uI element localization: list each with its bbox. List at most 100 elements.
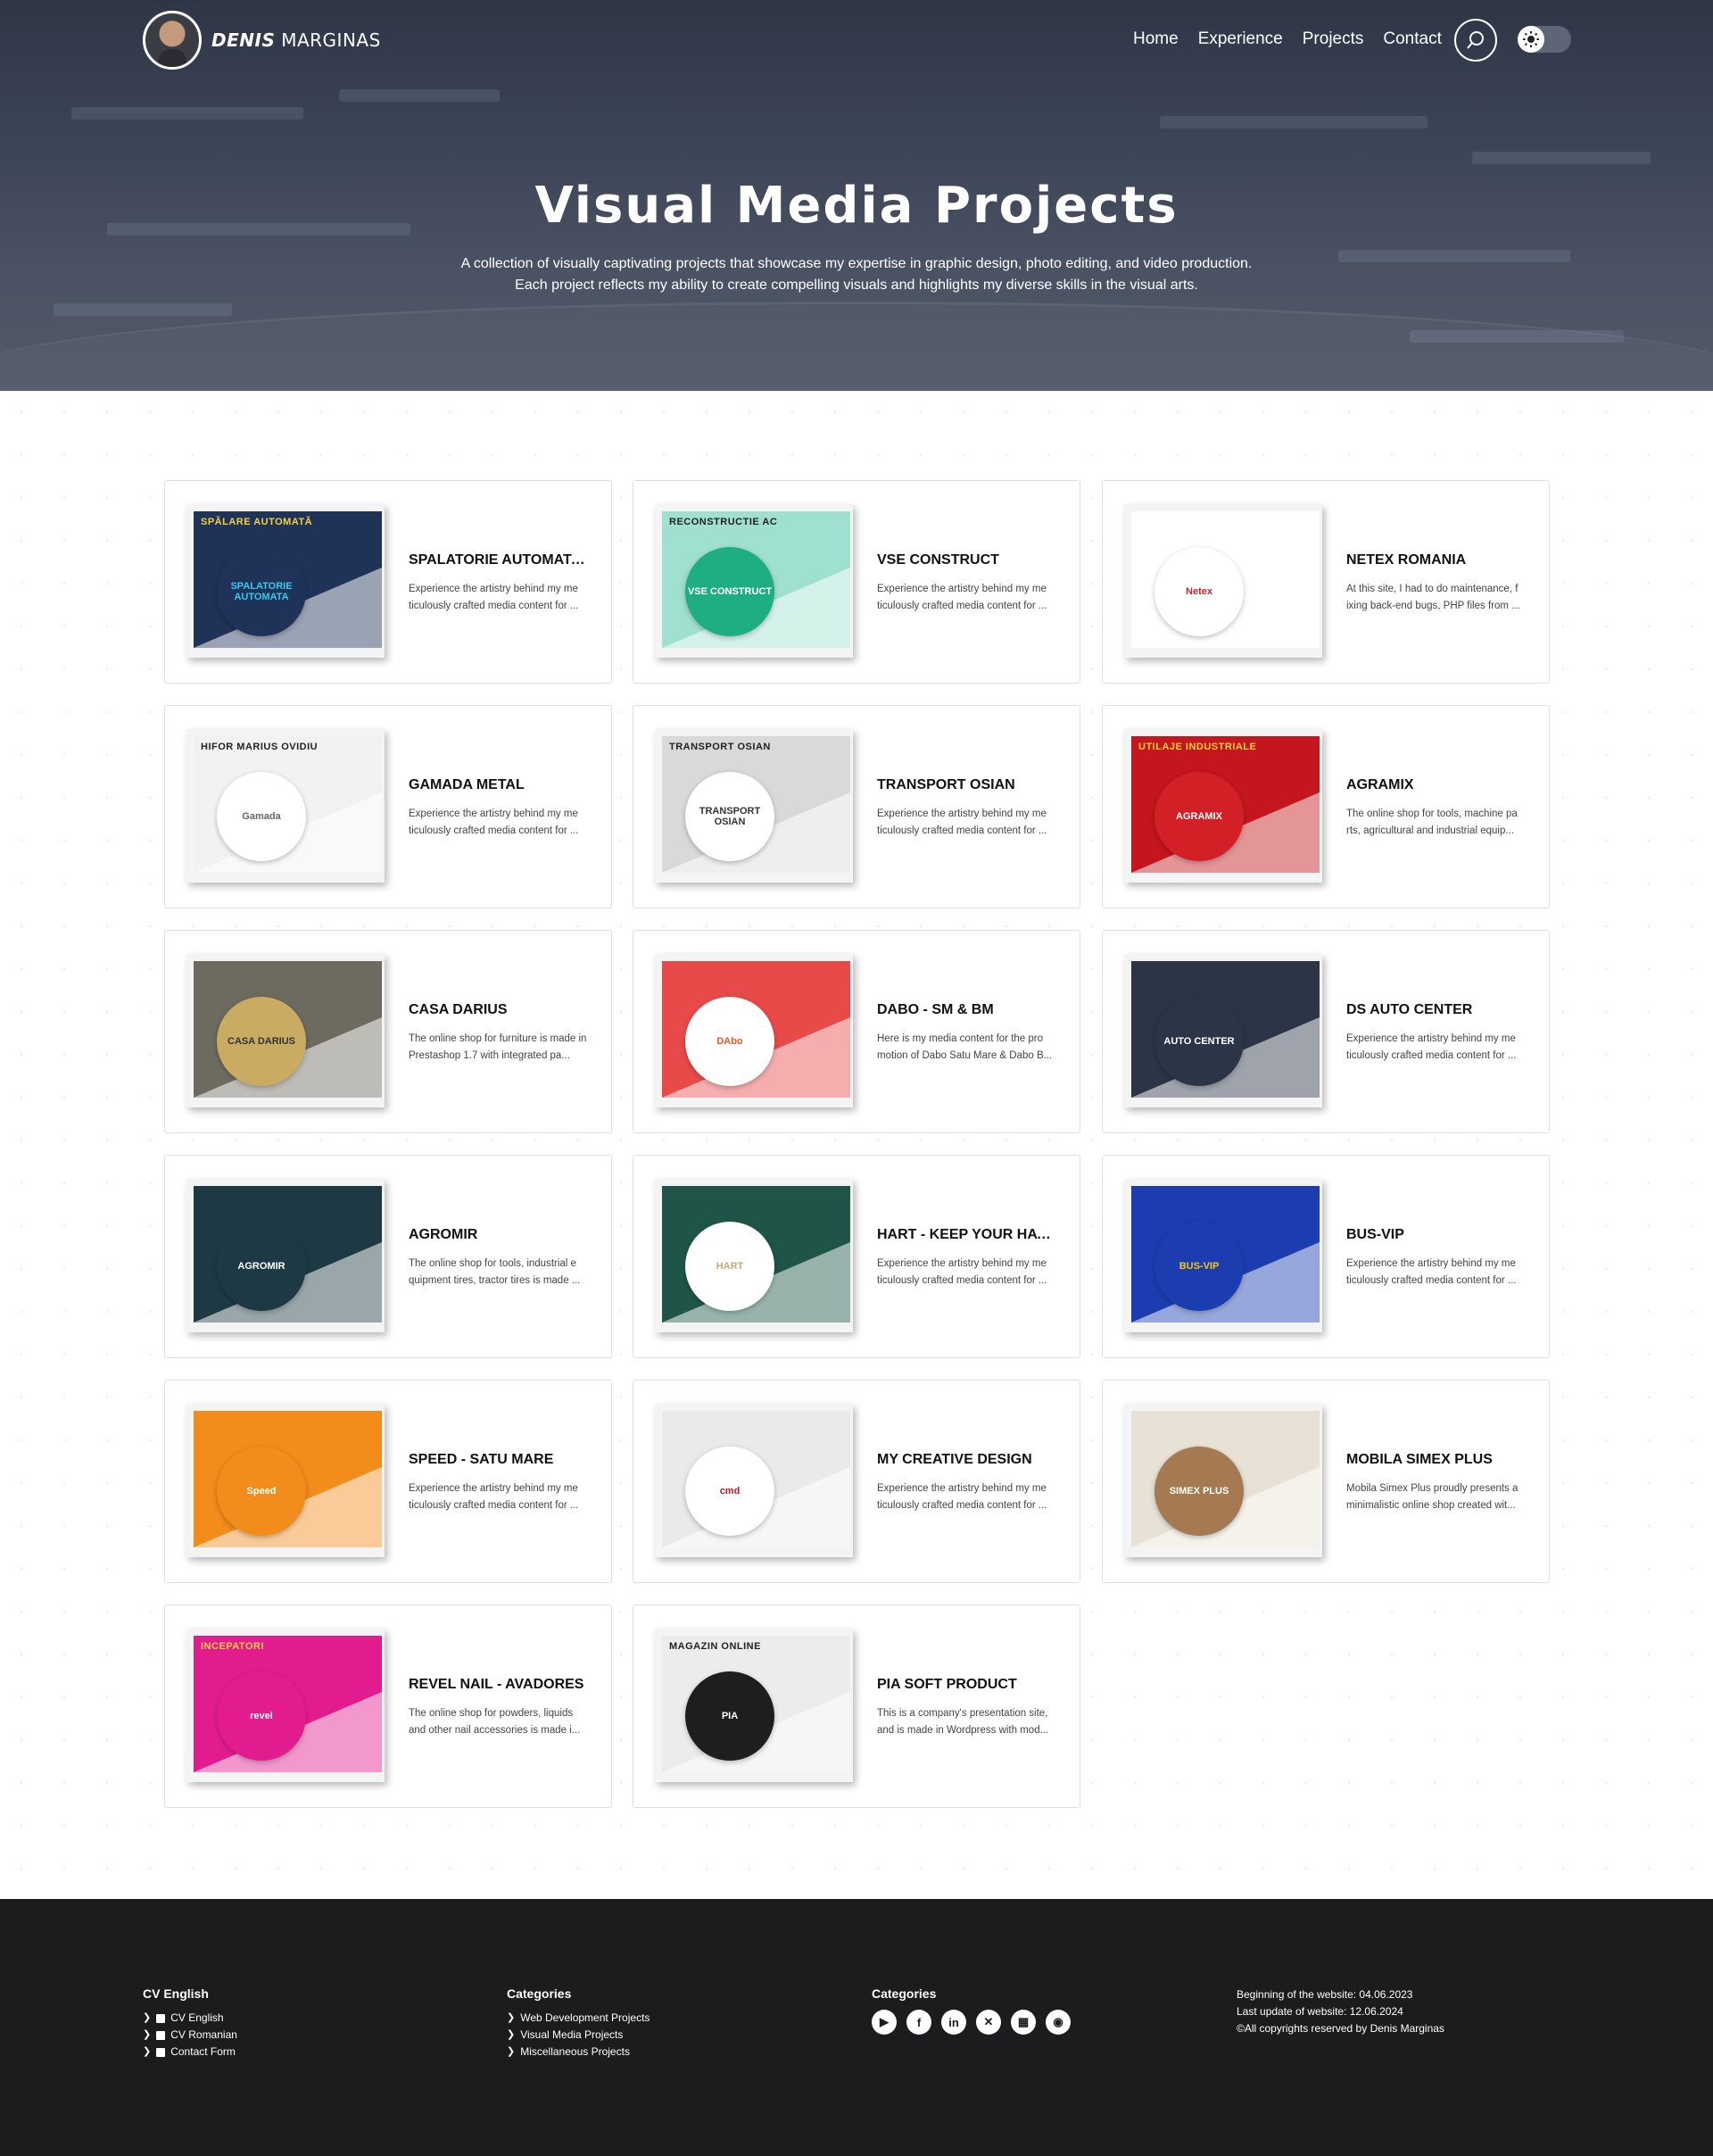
project-image: RECONSTRUCTIE AC VSE CONSTRUCT [662,511,850,648]
project-logo: TRANSPORT OSIAN [685,772,774,861]
project-logo: revel [217,1671,306,1761]
project-card[interactable]: AUTO CENTER DS AUTO CENTER Experience the … [1102,930,1550,1133]
search-icon [1467,31,1484,49]
project-card[interactable]: INCEPATORI revel REVEL NAIL - AVADORES The … [164,1605,612,1808]
project-thumbnail[interactable]: TRANSPORT OSIAN TRANSPORT OSIAN [655,729,853,883]
website-icon[interactable]: ▦ [1011,2010,1036,2035]
footer-social-column: Categories ▶ f in ✕ ▦ ◉ [872,1986,1071,2035]
project-image: CASA DARIUS [194,961,382,1098]
nav-home[interactable]: Home [1133,29,1179,49]
theme-toggle[interactable] [1518,26,1571,53]
project-description: The online shop for tools, machine pa rt… [1346,808,1518,836]
project-card[interactable]: Speed SPEED - SATU MARE Experience the art… [164,1380,612,1583]
project-title: HART - KEEP YOUR HAT ON [877,1227,1055,1242]
project-description: Experience the artistry behind my me tic… [877,584,1047,611]
project-logo: Speed [217,1447,306,1536]
project-card[interactable]: cmd MY CREATIVE DESIGN Experience the arti… [633,1380,1080,1583]
project-card[interactable]: DAbo DABO - SM & BM Here is my media conte… [633,930,1080,1133]
project-card[interactable]: AGROMIR AGROMIR The online shop for tools,… [164,1155,612,1358]
project-logo: cmd [685,1447,774,1536]
nav-contact[interactable]: Contact [1383,29,1441,49]
project-title: AGRAMIX [1346,777,1414,792]
project-thumbnail[interactable]: cmd [655,1404,853,1557]
project-thumb-text [1131,511,1320,536]
project-thumbnail[interactable]: CASA DARIUS [186,954,385,1107]
project-description: The online shop for tools, industrial e … [409,1258,581,1286]
project-thumbnail[interactable]: BUS-VIP [1124,1179,1322,1332]
footer: CV English ❯ CV English ❯ CV Romanian ❯ Con… [0,1899,1713,2156]
footer-link-web-development[interactable]: ❯ Web Development Projects [507,2010,650,2027]
project-thumbnail[interactable]: SPĂLARE AUTOMATĂ SPALATORIE AUTOMATA [186,504,385,658]
chevron-right-icon: ❯ [143,2012,152,2023]
project-thumbnail[interactable]: RECONSTRUCTIE AC VSE CONSTRUCT [655,504,853,658]
brand-name[interactable]: DENIS MARGINAS [211,29,381,51]
project-card[interactable]: RECONSTRUCTIE AC VSE CONSTRUCT VSE CONSTRU… [633,480,1080,684]
project-card[interactable]: SPĂLARE AUTOMATĂ SPALATORIE AUTOMATA SPALA… [164,480,612,684]
x-icon[interactable]: ✕ [976,2010,1001,2035]
footer-link-cv-romanian[interactable]: ❯ CV Romanian [143,2027,237,2044]
project-thumbnail[interactable]: Speed [186,1404,385,1557]
project-title: CASA DARIUS [409,1002,508,1017]
project-thumb-text [194,961,382,986]
project-logo: SPALATORIE AUTOMATA [217,547,306,636]
nav-experience[interactable]: Experience [1198,29,1283,49]
project-thumbnail[interactable]: HIFOR MARIUS OVIDIU Gamada [186,729,385,883]
project-thumbnail[interactable]: SIMEX PLUS [1124,1404,1322,1557]
project-thumb-text [1131,1186,1320,1211]
project-card[interactable]: HIFOR MARIUS OVIDIU Gamada GAMADA METAL Exp… [164,705,612,908]
project-image: TRANSPORT OSIAN TRANSPORT OSIAN [662,736,850,873]
project-thumb-text: HIFOR MARIUS OVIDIU [201,742,319,752]
project-title: SPEED - SATU MARE [409,1452,554,1467]
website-last-update: Last update of website: 12.06.2024 [1237,2005,1403,2018]
project-thumbnail[interactable]: AGROMIR [186,1179,385,1332]
project-thumbnail[interactable]: DAbo [655,954,853,1107]
footer-link-contact-form[interactable]: ❯ Contact Form [143,2044,237,2061]
project-image: INCEPATORI revel [194,1636,382,1772]
project-thumbnail[interactable]: MAGAZIN ONLINE PIA [655,1629,853,1782]
footer-info-column: Beginning of the website: 04.06.2023 Las… [1237,1986,1444,2037]
footer-link-cv-english[interactable]: ❯ CV English [143,2010,237,2027]
footer-col1-title: CV English [143,1986,209,2001]
project-title: NETEX ROMANIA [1346,552,1467,568]
project-logo: HART [685,1222,774,1311]
footer-link-miscellaneous[interactable]: ❯ Miscellaneous Projects [507,2044,650,2061]
footer-cv-column: CV English ❯ CV English ❯ CV Romanian ❯ Con… [143,1986,237,2061]
facebook-icon[interactable]: f [906,2010,931,2035]
project-card[interactable]: MAGAZIN ONLINE PIA PIA SOFT PRODUCT This is… [633,1605,1080,1808]
footer-link-visual-media[interactable]: ❯ Visual Media Projects [507,2027,650,2044]
avatar[interactable] [143,11,202,70]
project-thumbnail[interactable]: HART [655,1179,853,1332]
project-card[interactable]: UTILAJE INDUSTRIALE AGRAMIX AGRAMIX The onl… [1102,705,1550,908]
project-description: Experience the artistry behind my me tic… [877,1258,1047,1286]
social-links: ▶ f in ✕ ▦ ◉ [872,2010,1071,2035]
project-card[interactable]: HART HART - KEEP YOUR HAT ON Experience th… [633,1155,1080,1358]
youtube-icon[interactable]: ▶ [872,2010,897,2035]
chevron-right-icon: ❯ [507,2029,516,2040]
nav-projects[interactable]: Projects [1303,29,1364,49]
project-title: DABO - SM & BM [877,1002,994,1017]
github-icon[interactable]: ◉ [1046,2010,1071,2035]
project-logo: Gamada [217,772,306,861]
project-thumbnail[interactable]: AUTO CENTER [1124,954,1322,1107]
website-start-date: Beginning of the website: 04.06.2023 [1237,1988,1413,2001]
project-card[interactable]: SIMEX PLUS MOBILA SIMEX PLUS Mobila Simex … [1102,1380,1550,1583]
linkedin-icon[interactable]: in [941,2010,966,2035]
project-description: The online shop for furniture is made in… [409,1033,587,1061]
project-card[interactable]: TRANSPORT OSIAN TRANSPORT OSIAN TRANSPORT … [633,705,1080,908]
project-thumb-text [194,1186,382,1211]
project-thumbnail[interactable]: UTILAJE INDUSTRIALE AGRAMIX [1124,729,1322,883]
document-icon [156,2030,166,2040]
project-card[interactable]: CASA DARIUS CASA DARIUS The online shop fo… [164,930,612,1133]
footer-categories-column: Categories ❯ Web Development Projects ❯ Vi… [507,1986,650,2061]
project-card[interactable]: BUS-VIP BUS-VIP Experience the artistry be… [1102,1155,1550,1358]
project-thumbnail[interactable]: INCEPATORI revel [186,1629,385,1782]
footer-col3-title: Categories [872,1986,937,2001]
project-thumbnail[interactable]: Netex [1124,504,1322,658]
project-description: Experience the artistry behind my me tic… [1346,1258,1517,1286]
project-title: MY CREATIVE DESIGN [877,1452,1032,1467]
project-card[interactable]: Netex NETEX ROMANIA At this site, I had to… [1102,480,1550,684]
project-image: UTILAJE INDUSTRIALE AGRAMIX [1131,736,1320,873]
search-button[interactable] [1454,19,1497,62]
project-logo: AUTO CENTER [1154,997,1244,1086]
project-logo: BUS-VIP [1154,1222,1244,1311]
